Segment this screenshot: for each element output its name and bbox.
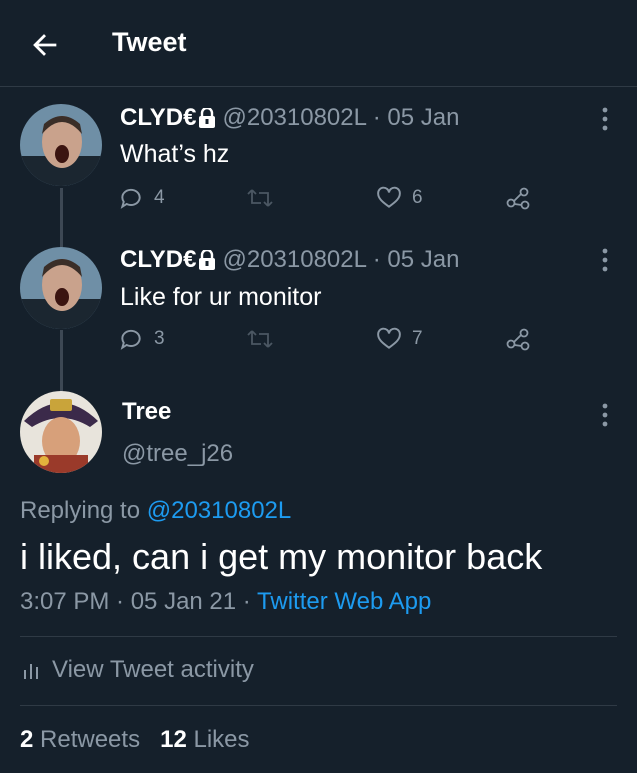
tweet-text: Like for ur monitor: [120, 283, 322, 311]
replying-prefix: Replying to: [20, 497, 141, 524]
likes-count: 12: [160, 726, 187, 753]
reply-button[interactable]: 3: [118, 326, 165, 352]
share-icon: [506, 328, 530, 351]
like-count: 6: [412, 187, 423, 208]
reply-button[interactable]: 4: [118, 185, 165, 211]
tweet-text: i liked, can i get my monitor back: [20, 536, 543, 577]
share-icon: [506, 187, 530, 210]
heart-icon: [377, 327, 401, 349]
retweets-stat[interactable]: 2 Retweets: [20, 726, 140, 753]
view-activity-button[interactable]: View Tweet activity: [20, 656, 254, 684]
avatar[interactable]: [20, 391, 102, 473]
reply-count: 3: [154, 328, 165, 349]
lock-icon: [199, 108, 216, 128]
more-icon[interactable]: [595, 245, 615, 275]
reply-icon: [120, 188, 141, 209]
retweet-icon: [247, 330, 273, 348]
tweet-timestamp[interactable]: 3:07 PM · 05 Jan 21 ·: [20, 588, 251, 615]
divider: [20, 636, 617, 637]
analytics-icon: [24, 664, 38, 679]
tweet-meta: 3:07 PM · 05 Jan 21 · Twitter Web App: [20, 588, 431, 616]
more-icon[interactable]: [595, 104, 615, 134]
like-button[interactable]: 6: [376, 185, 423, 211]
author-handle-date[interactable]: @20310802L · 05 Jan: [222, 104, 459, 131]
author-name[interactable]: CLYD€: [120, 246, 196, 273]
reply-icon: [120, 329, 141, 350]
lock-icon: [199, 250, 216, 270]
reply-count: 4: [154, 187, 165, 208]
author-handle-date[interactable]: @20310802L · 05 Jan: [222, 246, 459, 273]
likes-label: Likes: [193, 726, 250, 753]
retweets-count: 2: [20, 726, 34, 753]
like-count: 7: [412, 328, 423, 349]
author-name[interactable]: Tree: [122, 398, 171, 426]
share-button[interactable]: [504, 185, 542, 211]
likes-stat[interactable]: 12 Likes: [160, 726, 249, 753]
retweet-button[interactable]: [246, 185, 284, 211]
author-name[interactable]: CLYD€: [120, 104, 196, 131]
author-handle[interactable]: @tree_j26: [122, 440, 233, 468]
share-button[interactable]: [504, 326, 542, 352]
replying-to-link[interactable]: @20310802L: [147, 497, 292, 524]
avatar[interactable]: [20, 104, 102, 186]
view-activity-label: View Tweet activity: [52, 656, 254, 683]
page-title: Tweet: [112, 27, 187, 57]
retweet-icon: [247, 189, 273, 207]
arrow-left-icon[interactable]: [28, 28, 62, 62]
thread-line: [60, 188, 63, 248]
retweets-label: Retweets: [40, 726, 141, 753]
avatar[interactable]: [20, 247, 102, 329]
like-button[interactable]: 7: [376, 326, 423, 352]
more-icon[interactable]: [595, 400, 615, 430]
retweet-button[interactable]: [246, 326, 284, 352]
header: Tweet: [0, 0, 637, 87]
tweet-source[interactable]: Twitter Web App: [257, 588, 431, 615]
thread-line: [60, 330, 63, 392]
divider: [20, 705, 617, 706]
tweet-text: What’s hz: [120, 140, 230, 168]
tweet-actions: 3 7: [118, 326, 538, 356]
replying-to: Replying to @20310802L: [20, 497, 291, 525]
heart-icon: [377, 186, 401, 208]
tweet-stats: 2 Retweets 12 Likes: [20, 726, 250, 754]
tweet-actions: 4 6: [118, 185, 538, 215]
